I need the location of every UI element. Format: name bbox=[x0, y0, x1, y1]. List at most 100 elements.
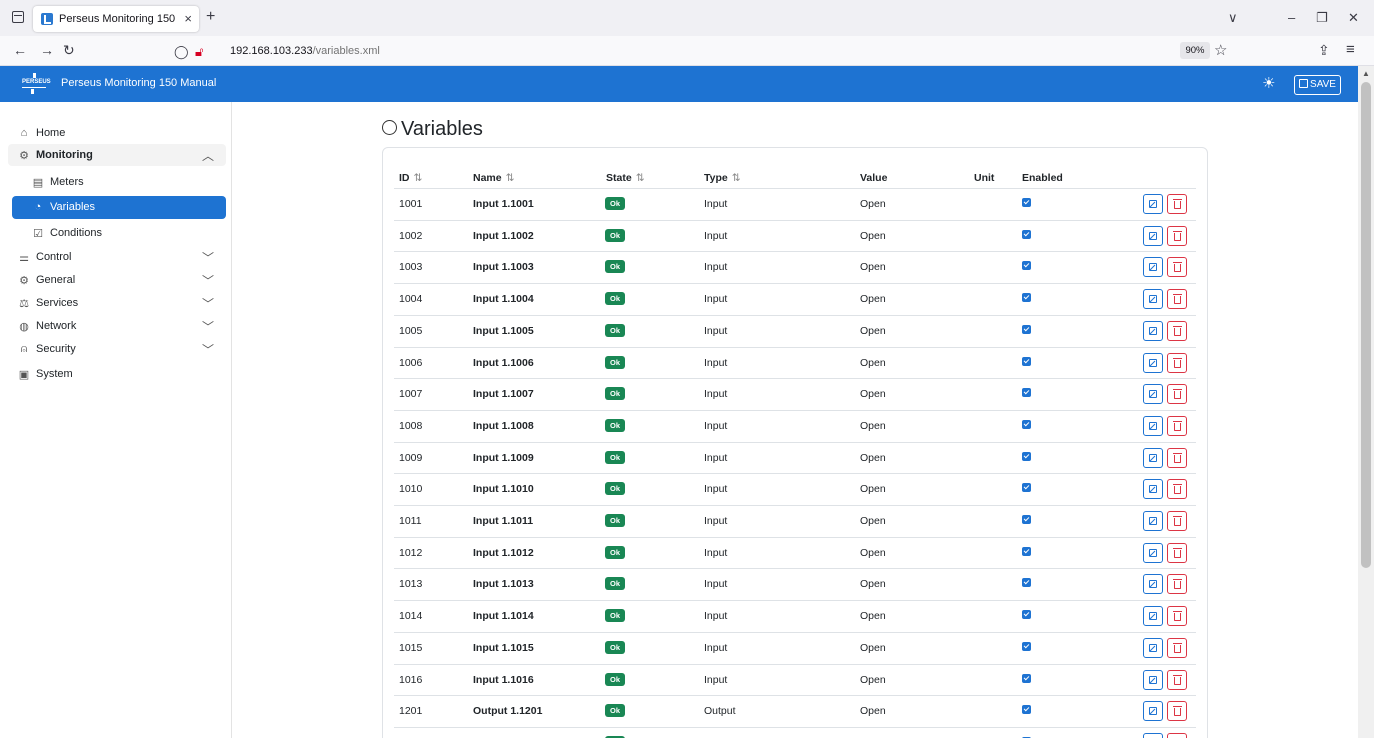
close-window-icon[interactable]: ✕ bbox=[1348, 10, 1359, 26]
enabled-checkbox[interactable] bbox=[1022, 673, 1031, 683]
save-button[interactable]: SAVE bbox=[1294, 75, 1341, 95]
tab-list-icon[interactable] bbox=[12, 11, 24, 23]
sort-icon[interactable]: ⇅ bbox=[414, 172, 423, 184]
url-bar[interactable]: ◯ 🔓︎ 192.168.103.233/variables.xml bbox=[160, 38, 1250, 64]
scrollbar-thumb[interactable] bbox=[1361, 82, 1371, 568]
tab-close-icon[interactable]: × bbox=[184, 11, 192, 26]
theme-toggle-icon[interactable]: ☀ bbox=[1262, 74, 1275, 92]
edit-button[interactable] bbox=[1143, 574, 1163, 595]
url-text[interactable]: 192.168.103.233/variables.xml bbox=[230, 45, 380, 57]
delete-button[interactable] bbox=[1167, 574, 1187, 595]
sidebar-item-variables[interactable]: ◔ Variables bbox=[12, 196, 226, 219]
delete-button[interactable] bbox=[1167, 352, 1187, 373]
column-header-type[interactable]: Type ⇅ bbox=[704, 172, 741, 184]
enabled-checkbox[interactable] bbox=[1022, 198, 1031, 207]
delete-button[interactable] bbox=[1167, 289, 1187, 310]
edit-button[interactable] bbox=[1143, 542, 1163, 563]
edit-button[interactable] bbox=[1143, 732, 1163, 738]
column-header-name[interactable]: Name ⇅ bbox=[473, 172, 514, 184]
sort-icon[interactable]: ⇅ bbox=[506, 172, 515, 184]
sidebar-item-system[interactable]: ▣ System bbox=[8, 363, 226, 385]
delete-button[interactable] bbox=[1167, 669, 1187, 690]
enabled-checkbox[interactable] bbox=[1022, 515, 1031, 524]
delete-button[interactable] bbox=[1167, 701, 1187, 722]
enabled-checkbox[interactable] bbox=[1022, 483, 1031, 493]
extensions-icon[interactable]: ⇪ bbox=[1318, 42, 1330, 59]
enabled-checkbox[interactable] bbox=[1022, 419, 1031, 429]
edit-button[interactable] bbox=[1143, 289, 1163, 310]
edit-button[interactable] bbox=[1143, 415, 1163, 436]
browser-tab[interactable]: Perseus Monitoring 150 Manual × bbox=[33, 6, 199, 32]
enabled-checkbox[interactable] bbox=[1022, 324, 1031, 334]
edit-button[interactable] bbox=[1143, 384, 1163, 405]
hamburger-menu-icon[interactable]: ≡ bbox=[1346, 41, 1355, 58]
restore-icon[interactable]: ❐ bbox=[1316, 10, 1328, 26]
sidebar-item-home[interactable]: ⌂ Home bbox=[8, 122, 226, 144]
delete-button[interactable] bbox=[1167, 479, 1187, 500]
enabled-checkbox[interactable] bbox=[1022, 451, 1031, 461]
edit-button[interactable] bbox=[1143, 320, 1163, 341]
delete-button[interactable] bbox=[1167, 447, 1187, 468]
back-icon[interactable]: ← bbox=[13, 43, 27, 57]
sidebar-item-general[interactable]: ⚙ General ﹀ bbox=[8, 269, 226, 291]
scroll-up-icon[interactable]: ▲ bbox=[1362, 69, 1370, 78]
enabled-checkbox[interactable] bbox=[1022, 705, 1031, 715]
column-header-state[interactable]: State ⇅ bbox=[606, 172, 645, 184]
edit-button[interactable] bbox=[1143, 447, 1163, 468]
sidebar-item-conditions[interactable]: ☑ Conditions bbox=[12, 222, 226, 244]
cell-id: 1010 bbox=[399, 483, 423, 496]
shield-icon[interactable]: ◯ bbox=[174, 44, 189, 60]
enabled-checkbox[interactable] bbox=[1022, 388, 1031, 398]
enabled-checkbox[interactable] bbox=[1022, 641, 1031, 651]
minimize-icon[interactable]: – bbox=[1288, 10, 1295, 25]
delete-button[interactable] bbox=[1167, 320, 1187, 341]
reload-icon[interactable]: ↻ bbox=[63, 43, 75, 57]
sidebar-item-control[interactable]: ⚌ Control ﹀ bbox=[8, 246, 226, 268]
delete-button[interactable] bbox=[1167, 606, 1187, 627]
delete-button[interactable] bbox=[1167, 637, 1187, 658]
column-header-id[interactable]: ID ⇅ bbox=[399, 172, 422, 184]
page-scrollbar[interactable]: ▲ bbox=[1358, 66, 1374, 738]
zoom-level-badge[interactable]: 90% bbox=[1180, 42, 1210, 59]
sidebar-item-meters[interactable]: ▤ Meters bbox=[12, 171, 226, 193]
bookmark-star-icon[interactable]: ☆ bbox=[1214, 41, 1227, 59]
sidebar-item-network[interactable]: ◍ Network ﹀ bbox=[8, 315, 226, 337]
edit-button[interactable] bbox=[1143, 606, 1163, 627]
cell-value: Open bbox=[860, 419, 886, 432]
sort-icon[interactable]: ⇅ bbox=[636, 172, 645, 184]
perseus-logo[interactable]: PERSEUS bbox=[22, 72, 51, 96]
enabled-checkbox[interactable] bbox=[1022, 610, 1031, 620]
edit-button[interactable] bbox=[1143, 637, 1163, 658]
edit-button[interactable] bbox=[1143, 257, 1163, 278]
delete-button[interactable] bbox=[1167, 225, 1187, 246]
tab-overflow-chevron-icon[interactable]: ∨ bbox=[1228, 10, 1238, 26]
sort-icon[interactable]: ⇅ bbox=[732, 172, 741, 184]
enabled-checkbox[interactable] bbox=[1022, 356, 1031, 366]
delete-button[interactable] bbox=[1167, 511, 1187, 531]
enabled-checkbox[interactable] bbox=[1022, 261, 1031, 271]
enabled-checkbox[interactable] bbox=[1022, 293, 1031, 303]
sidebar-item-security[interactable]: ⍝ Security ﹀ bbox=[8, 338, 226, 360]
delete-button[interactable] bbox=[1167, 384, 1187, 405]
delete-button[interactable] bbox=[1167, 732, 1187, 738]
enabled-checkbox[interactable] bbox=[1022, 578, 1031, 588]
edit-button[interactable] bbox=[1143, 194, 1163, 214]
delete-button[interactable] bbox=[1167, 194, 1187, 214]
edit-button[interactable] bbox=[1143, 701, 1163, 722]
edit-button[interactable] bbox=[1143, 669, 1163, 690]
delete-button[interactable] bbox=[1167, 542, 1187, 563]
page-title: Variables bbox=[382, 118, 483, 141]
insecure-lock-icon[interactable]: 🔓︎ bbox=[195, 44, 203, 60]
edit-button[interactable] bbox=[1143, 479, 1163, 500]
forward-icon[interactable]: → bbox=[40, 43, 54, 57]
edit-button[interactable] bbox=[1143, 225, 1163, 246]
enabled-checkbox[interactable] bbox=[1022, 546, 1031, 556]
delete-button[interactable] bbox=[1167, 257, 1187, 278]
new-tab-icon[interactable]: + bbox=[206, 8, 215, 26]
enabled-checkbox[interactable] bbox=[1022, 229, 1031, 239]
edit-button[interactable] bbox=[1143, 352, 1163, 373]
sidebar-item-services[interactable]: ⚖ Services ﹀ bbox=[8, 292, 226, 314]
edit-button[interactable] bbox=[1143, 511, 1163, 531]
sidebar-item-monitoring[interactable]: ⚙ Monitoring ︿ bbox=[8, 144, 226, 166]
delete-button[interactable] bbox=[1167, 415, 1187, 436]
